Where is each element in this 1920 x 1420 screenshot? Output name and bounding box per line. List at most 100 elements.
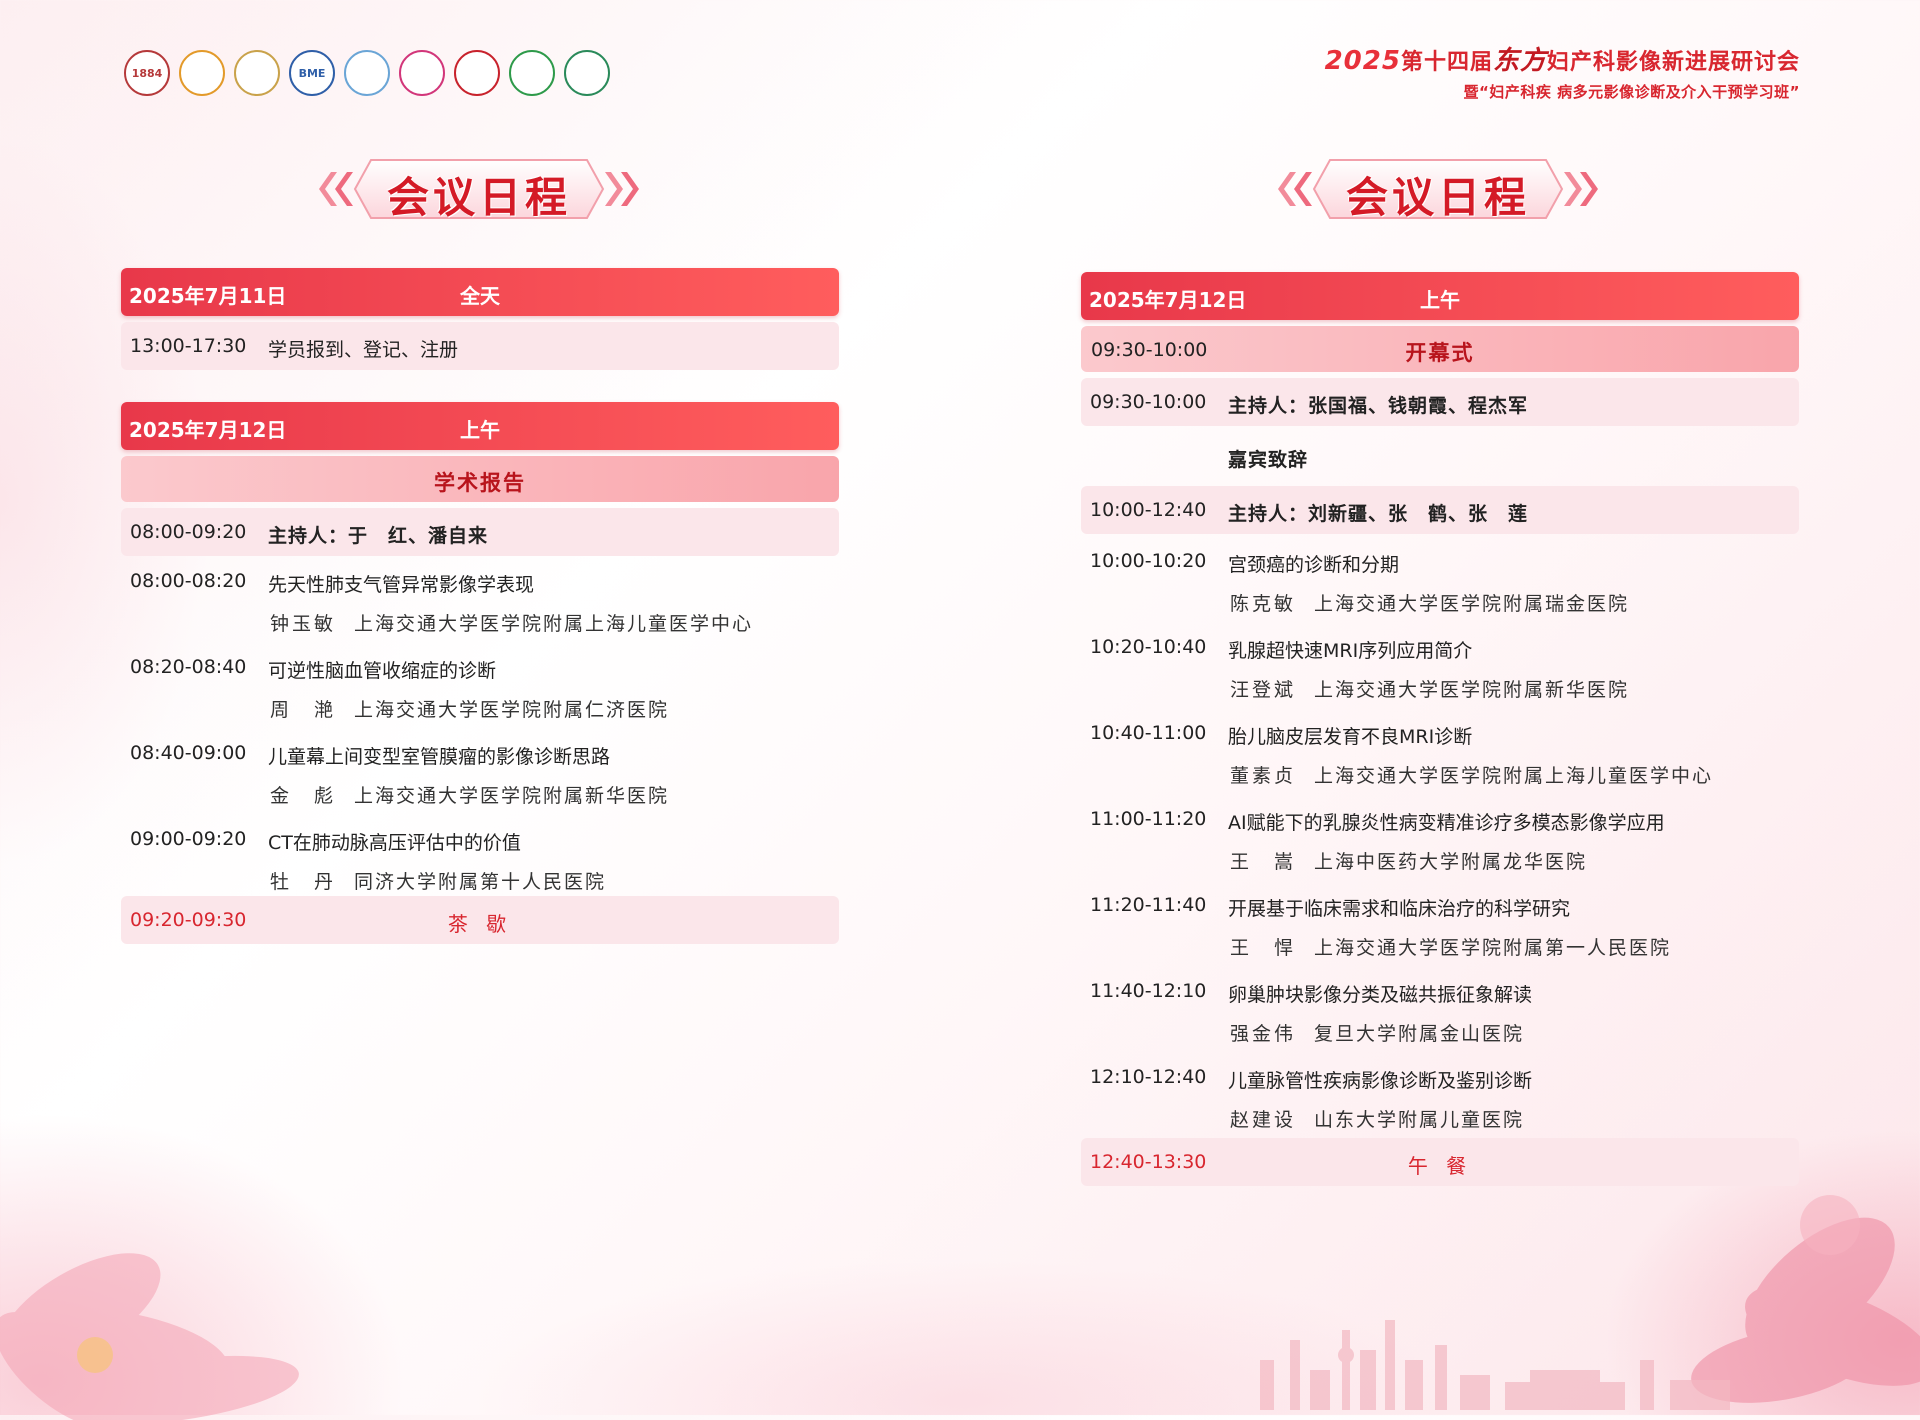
talk-list: 10:00-10:20 宫颈癌的诊断和分期 陈克敏 上海交通大学医学院附属瑞金医院 10… [1081, 540, 1799, 1142]
talk-time: 08:00-08:20 [130, 570, 247, 592]
speaker-name: 钟玉敏 [270, 613, 337, 635]
talk-title: 可逆性脑血管收缩症的诊断 [268, 660, 497, 682]
talk-title: 开展基于临床需求和临床治疗的科学研究 [1228, 898, 1571, 920]
logo-text: BME [298, 66, 326, 80]
host-names: 主持人：刘新疆、张 鹤、张 莲 [1228, 503, 1529, 525]
talk-time: 10:40-11:00 [1090, 722, 1207, 744]
talk-speaker: 赵建设 山东大学附属儿童医院 [1230, 1105, 1524, 1132]
break-row: 09:20-09:30 茶 歇 [121, 896, 839, 944]
talk-speaker: 牡 丹同济大学附属第十人民医院 [270, 867, 606, 894]
talk-speaker: 钟玉敏 上海交通大学医学院附属上海儿童医学中心 [270, 609, 753, 636]
day-header-jul12: 2025年7月12日 上午 [121, 402, 839, 450]
city-skyline-decoration [1260, 1320, 1730, 1410]
speaker-hospital: 上海交通大学医学院附属新华医院 [354, 785, 670, 807]
speaker-name: 王 悍 [1230, 937, 1297, 959]
registration-row: 13:00-17:30 学员报到、登记、注册 [121, 322, 839, 370]
host-names: 主持人：张国福、钱朝霞、程杰军 [1228, 395, 1529, 417]
speaker-name: 金 彪 [270, 785, 337, 807]
conference-brand: 东方 [1492, 46, 1547, 76]
talk-row: 11:00-11:20 AI赋能下的乳腺炎性病变精准诊疗多模态影像学应用王 嵩上海… [1081, 798, 1799, 884]
talk-row: 10:00-10:20 宫颈癌的诊断和分期 陈克敏 上海交通大学医学院附属瑞金医院 [1081, 540, 1799, 626]
day-period: 上午 [1420, 288, 1460, 312]
break-row: 12:40-13:30 午 餐 [1081, 1138, 1799, 1186]
host-row: 09:30-10:00 主持人：张国福、钱朝霞、程杰军 [1081, 378, 1799, 426]
day-header-jul12: 2025年7月12日 上午 [1081, 272, 1799, 320]
talk-title: 胎儿脑皮层发育不良MRI诊断 [1228, 726, 1473, 748]
session-time: 09:30-10:00 [1090, 391, 1207, 413]
day-period: 全天 [460, 284, 500, 308]
host-row: 08:00-09:20 主持人：于 红、潘自来 [121, 508, 839, 556]
talk-time: 08:40-09:00 [130, 742, 247, 764]
hospital-logo-1-icon: 1884 [124, 50, 170, 96]
speaker-hospital: 复旦大学附属金山医院 [1314, 1023, 1525, 1045]
talk-time: 09:00-09:20 [130, 828, 247, 850]
talk-time: 11:40-12:10 [1090, 980, 1207, 1002]
conference-name: 妇产科影像新进展研讨会 [1546, 50, 1800, 75]
talk-speaker: 陈克敏 上海交通大学医学院附属瑞金医院 [1230, 589, 1629, 616]
talk-speaker: 金 彪上海交通大学医学院附属新华医院 [270, 781, 669, 808]
day-period: 上午 [460, 418, 500, 442]
hospital-logo-5-icon [344, 50, 390, 96]
talk-speaker: 王 嵩上海中医药大学附属龙华医院 [1230, 847, 1587, 874]
speaker-hospital: 上海交通大学医学院附属瑞金医院 [1314, 593, 1630, 615]
session-time: 08:00-09:20 [130, 521, 247, 543]
session-label: 嘉宾致辞 [1228, 449, 1309, 471]
hospital-logo-7-icon [454, 50, 500, 96]
talk-row: 08:40-09:00 儿童幕上间变型室管膜瘤的影像诊断思路金 彪上海交通大学医学… [121, 732, 839, 818]
opening-ceremony-row: 09:30-10:00 开幕式 [1081, 326, 1799, 372]
talk-list: 08:00-08:20 先天性肺支气管异常影像学表现钟玉敏 上海交通大学医学院附属上… [121, 560, 839, 904]
partner-logos: 1884 BME [124, 50, 610, 96]
session-time: 13:00-17:30 [130, 335, 247, 357]
session-label: 学员报到、登记、注册 [268, 339, 459, 361]
speaker-hospital: 上海中医药大学附属龙华医院 [1314, 851, 1588, 873]
talk-title: CT在肺动脉高压评估中的价值 [268, 832, 521, 854]
speaker-hospital: 山东大学附属儿童医院 [1314, 1109, 1525, 1131]
talk-speaker: 周 滟上海交通大学医学院附属仁济医院 [270, 695, 669, 722]
banner-title: 会议日程 [386, 173, 571, 222]
break-label: 午 餐 [1407, 1154, 1473, 1178]
break-label: 茶 歇 [447, 912, 513, 936]
talk-row: 11:40-12:10 卵巢肿块影像分类及磁共振征象解读 强金伟 复旦大学附属金山医院 [1081, 970, 1799, 1056]
section-title: 学术报告 [434, 471, 526, 495]
guest-speech-row: 嘉宾致辞 [1081, 432, 1799, 480]
talk-title: 儿童脉管性疾病影像诊断及鉴别诊断 [1228, 1070, 1533, 1092]
talk-title: 儿童幕上间变型室管膜瘤的影像诊断思路 [268, 746, 611, 768]
hospital-logo-4-icon: BME [289, 50, 335, 96]
conference-edition: 第十四届 [1400, 50, 1493, 75]
talk-title: AI赋能下的乳腺炎性病变精准诊疗多模态影像学应用 [1228, 812, 1665, 834]
speaker-name: 陈克敏 [1230, 593, 1297, 615]
speaker-hospital: 上海交通大学医学院附属新华医院 [1314, 679, 1630, 701]
talk-title: 宫颈癌的诊断和分期 [1228, 554, 1400, 576]
talk-title: 先天性肺支气管异常影像学表现 [268, 574, 535, 596]
talk-time: 10:20-10:40 [1090, 636, 1207, 658]
logo-text: 1884 [131, 66, 163, 80]
speaker-name: 牡 丹 [270, 871, 337, 893]
talk-time: 08:20-08:40 [130, 656, 247, 678]
hospital-logo-8-icon [509, 50, 555, 96]
talk-row: 10:40-11:00 胎儿脑皮层发育不良MRI诊断 董素贞 上海交通大学医学院附属上… [1081, 712, 1799, 798]
hospital-logo-2-icon [179, 50, 225, 96]
talk-title: 卵巢肿块影像分类及磁共振征象解读 [1228, 984, 1533, 1006]
conference-year: 2025 [1324, 46, 1401, 76]
speaker-name: 汪登斌 [1230, 679, 1297, 701]
section-title: 开幕式 [1405, 341, 1475, 365]
talk-time: 11:00-11:20 [1090, 808, 1207, 830]
hospital-logo-3-icon [234, 50, 280, 96]
speaker-hospital: 上海交通大学医学院附属仁济医院 [354, 699, 670, 721]
day-header-jul11: 2025年7月11日 全天 [121, 268, 839, 316]
speaker-name: 董素贞 [1230, 765, 1297, 787]
conference-subtitle: 暨“妇产科疾 病多元影像诊断及介入干预学习班” [1463, 83, 1800, 101]
hospital-logo-9-icon [564, 50, 610, 96]
schedule-right-column: 2025年7月12日 上午 09:30-10:00 开幕式 09:30-10:0… [1081, 272, 1799, 1186]
flower-decoration-left [0, 1253, 299, 1420]
section-header: 学术报告 [121, 456, 839, 502]
talk-time: 10:00-10:20 [1090, 550, 1207, 572]
schedule-left-column: 2025年7月11日 全天 13:00-17:30 学员报到、登记、注册 202… [121, 268, 839, 944]
talk-speaker: 汪登斌 上海交通大学医学院附属新华医院 [1230, 675, 1629, 702]
speaker-name: 赵建设 [1230, 1109, 1297, 1131]
talk-speaker: 强金伟 复旦大学附属金山医院 [1230, 1019, 1524, 1046]
talk-row: 08:20-08:40 可逆性脑血管收缩症的诊断周 滟上海交通大学医学院附属仁济医… [121, 646, 839, 732]
talk-row: 09:00-09:20 CT在肺动脉高压评估中的价值牡 丹同济大学附属第十人民医院 [121, 818, 839, 904]
host-names: 主持人：于 红、潘自来 [268, 525, 489, 547]
speaker-name: 强金伟 [1230, 1023, 1297, 1045]
